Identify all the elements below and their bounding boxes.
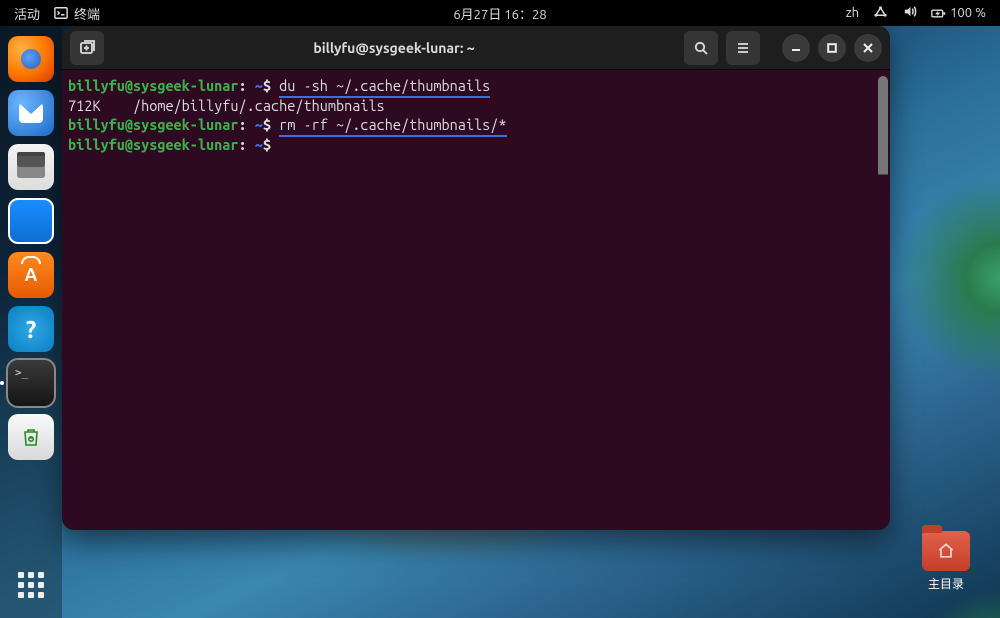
minimize-icon (790, 42, 802, 54)
prompt-path: ~ (255, 77, 263, 94)
new-tab-icon (79, 40, 95, 56)
search-icon (693, 40, 709, 56)
input-method-indicator[interactable]: zh (846, 6, 859, 20)
home-folder-label: 主目录 (916, 575, 976, 592)
hamburger-menu-button[interactable] (726, 31, 760, 65)
dock-help[interactable] (8, 306, 54, 352)
new-tab-button[interactable] (70, 31, 104, 65)
maximize-button[interactable] (818, 34, 846, 62)
minimize-button[interactable] (782, 34, 810, 62)
dock-firefox[interactable] (8, 36, 54, 82)
maximize-icon (826, 42, 838, 54)
battery-indicator[interactable]: 100 % (931, 6, 986, 21)
dock-software[interactable] (8, 252, 54, 298)
terminal-line: billyfu@sysgeek-lunar: ~$ (68, 135, 882, 155)
terminal-body[interactable]: billyfu@sysgeek-lunar: ~$ du -sh ~/.cach… (62, 70, 890, 530)
clock[interactable]: 6月27日 16：28 (453, 4, 546, 23)
dock-writer[interactable] (8, 198, 54, 244)
terminal-output: 712K /home/billyfu/.cache/thumbnails (68, 96, 882, 116)
dock-thunderbird[interactable] (8, 90, 54, 136)
top-bar: 活动 终端 6月27日 16：28 zh 100 % (0, 0, 1000, 26)
command-2: rm -rf ~/.cache/thumbnails/* (279, 115, 506, 135)
active-app-name: 终端 (74, 4, 100, 23)
activities-button[interactable]: 活动 (14, 4, 40, 23)
battery-percent: 100 % (950, 6, 986, 20)
active-app-indicator[interactable]: 终端 (54, 4, 100, 23)
titlebar[interactable]: billyfu@sysgeek-lunar: ~ (62, 26, 890, 70)
terminal-window: billyfu@sysgeek-lunar: ~ billyfu@sysgeek… (62, 26, 890, 530)
dock-trash[interactable] (8, 414, 54, 460)
terminal-line: billyfu@sysgeek-lunar: ~$ du -sh ~/.cach… (68, 76, 882, 96)
show-applications-button[interactable] (8, 562, 54, 608)
terminal-app-icon (54, 6, 68, 20)
dock-files[interactable] (8, 144, 54, 190)
command-1: du -sh ~/.cache/thumbnails (279, 76, 490, 96)
volume-icon[interactable] (902, 4, 917, 22)
terminal-line: billyfu@sysgeek-lunar: ~$ rm -rf ~/.cach… (68, 115, 882, 135)
desktop-home-folder[interactable]: 主目录 (916, 531, 976, 592)
window-title: billyfu@sysgeek-lunar: ~ (112, 40, 676, 56)
close-icon (862, 42, 874, 54)
dock-terminal[interactable] (8, 360, 54, 406)
search-button[interactable] (684, 31, 718, 65)
apps-grid-icon (18, 572, 44, 598)
hamburger-icon (735, 40, 751, 56)
prompt-user: billyfu@sysgeek-lunar (68, 77, 239, 94)
home-folder-icon (922, 531, 970, 571)
dock (0, 26, 62, 618)
network-icon[interactable] (873, 4, 888, 22)
close-button[interactable] (854, 34, 882, 62)
datetime-text: 6月27日 16：28 (453, 4, 546, 23)
